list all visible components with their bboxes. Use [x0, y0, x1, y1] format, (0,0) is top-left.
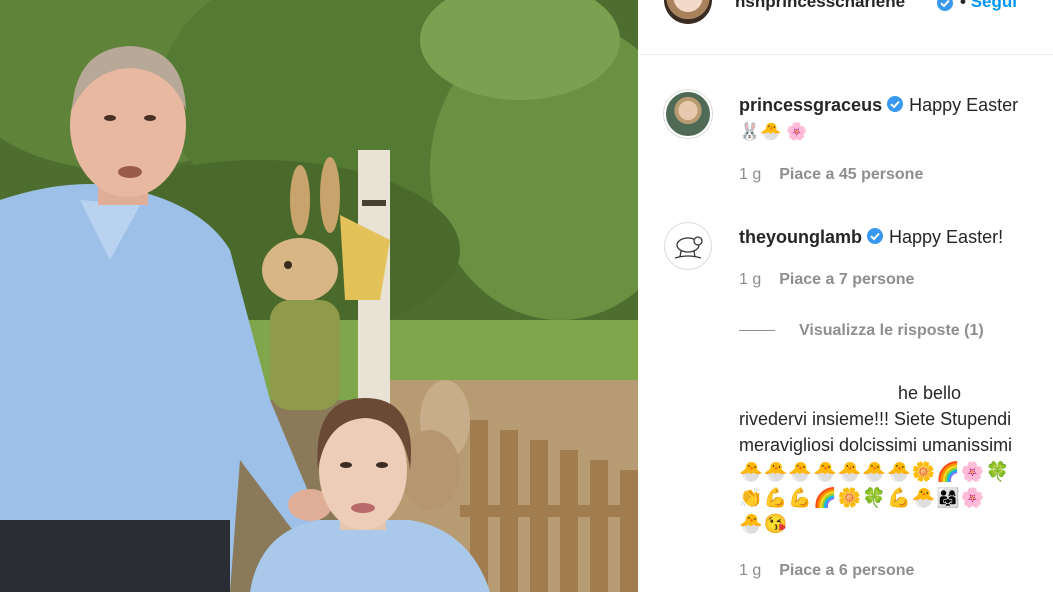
verified-badge-icon	[867, 228, 884, 244]
verified-badge-icon	[887, 96, 904, 112]
commenter-avatar[interactable]	[664, 222, 712, 270]
reply-emoji: 🐣🐣🐣🐣🐣🐣🐣🌼🌈🌸🍀 👏💪💪🌈🌼🍀💪🐣👨‍👩‍👧🌸 🐣😘	[739, 460, 1053, 538]
reply-text-line3: meravigliosi dolcissimi umanissimi	[739, 435, 1013, 455]
post-media[interactable]	[0, 0, 638, 592]
post-header: hshprincesscharlene • Segui	[638, 0, 1053, 55]
reply-emoji-line1: 🐣🐣🐣🐣🐣🐣🐣🌼🌈🌸🍀	[739, 462, 1011, 483]
reply-text-line1: he bello	[898, 383, 962, 403]
commenter-avatar[interactable]	[664, 90, 712, 138]
comment-emoji: 🐰🐣 🌸	[739, 122, 808, 141]
comment-body: princessgraceus Happy Easter	[739, 94, 1018, 116]
reply-emoji-line3: 🐣😘	[739, 514, 789, 535]
follow-separator: •	[960, 0, 966, 11]
comment-username[interactable]: theyounglamb	[739, 227, 862, 247]
comments-panel: hshprincesscharlene • Segui princessgrac…	[638, 0, 1053, 592]
replies-divider	[739, 330, 775, 332]
reply-meta: 1 g Piace a 6 persone	[739, 562, 932, 580]
comment-meta: 1 g Piace a 45 persone	[739, 166, 941, 184]
author-avatar[interactable]	[664, 0, 712, 24]
lamb-logo-icon	[674, 236, 703, 259]
comment-meta: 1 g Piace a 7 persone	[739, 271, 932, 289]
follow-label: Segui	[970, 0, 1017, 11]
reply-text-line2: rivedervi insieme!!! Siete Stupendi	[739, 409, 1012, 429]
comment-text: Happy Easter	[909, 95, 1019, 115]
comment-likes[interactable]: Piace a 45 persone	[779, 166, 923, 183]
reply-emoji-line2: 👏💪💪🌈🌼🍀💪🐣👨‍👩‍👧🌸	[739, 488, 986, 509]
reply-likes[interactable]: Piace a 6 persone	[779, 562, 914, 579]
author-username[interactable]: hshprincesscharlene	[735, 0, 905, 12]
comment-likes[interactable]: Piace a 7 persone	[779, 271, 914, 288]
comment-text: Happy Easter!	[889, 227, 1004, 247]
view-replies-label: Visualizza le risposte (1)	[799, 322, 984, 339]
view-replies-button[interactable]: Visualizza le risposte (1)	[739, 322, 984, 340]
comment-time[interactable]: 1 g	[739, 271, 761, 288]
reply-text: he bello rivedervi insieme!!! Siete Stup…	[739, 380, 1053, 458]
comment-username[interactable]: princessgraceus	[739, 95, 882, 115]
follow-button[interactable]: • Segui	[960, 0, 1017, 12]
reply-time[interactable]: 1 g	[739, 562, 761, 579]
verified-badge-icon	[937, 0, 953, 11]
comment-time[interactable]: 1 g	[739, 166, 761, 183]
comment-body: theyounglamb Happy Easter!	[739, 226, 1003, 248]
easter-garden-video	[0, 0, 638, 592]
